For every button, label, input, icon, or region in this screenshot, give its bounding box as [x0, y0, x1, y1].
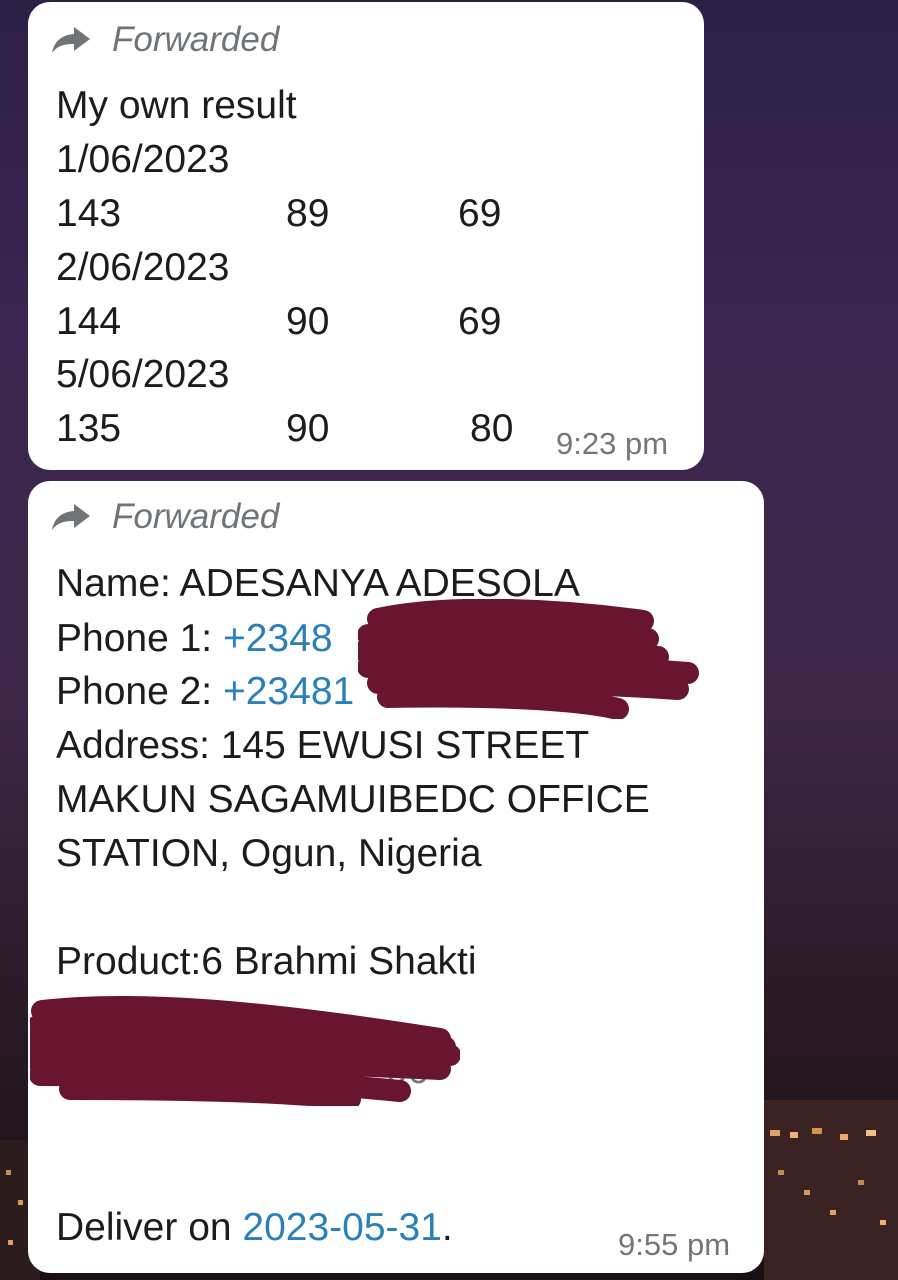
entry-date: 2/06/2023	[56, 246, 230, 289]
phone-2: Phone 2: +23481	[56, 672, 354, 711]
phone-1: Phone 1: +2348	[56, 619, 333, 658]
message-bubble-results[interactable]: Forwarded My own result 1/06/2023 143 89…	[28, 2, 704, 470]
entry-value: 90	[286, 407, 330, 450]
redaction-scribble	[30, 995, 460, 1106]
delivery-line: Deliver on 2023-05-31.	[56, 1208, 453, 1247]
message-timestamp: 9:23 pm	[556, 426, 669, 461]
message-title: My own result	[56, 84, 297, 127]
delivery-label: Deliver on	[56, 1206, 243, 1249]
redaction-scribble	[358, 599, 699, 719]
address-line: MAKUN SAGAMUIBEDC OFFICE	[56, 778, 650, 821]
phone-2-link[interactable]: +23481	[223, 670, 354, 713]
delivery-suffix: .	[441, 1206, 453, 1249]
entry-value: 80	[470, 407, 514, 450]
forwarded-header: Forwarded	[50, 497, 279, 537]
entry-value: 69	[458, 192, 502, 235]
phone-2-label: Phone 2:	[56, 670, 223, 713]
forwarded-label: Forwarded	[112, 20, 280, 59]
address-line: Address: 145 EWUSI STREET	[56, 724, 590, 767]
entry-date: 5/06/2023	[56, 353, 230, 396]
entry-value: 90	[286, 300, 330, 343]
delivery-date-link[interactable]: 2023-05-31	[242, 1206, 442, 1249]
message-timestamp: 9:55 pm	[618, 1227, 731, 1262]
forward-arrow-icon	[52, 27, 90, 53]
entry-value: 135	[56, 407, 122, 450]
forwarded-label: Forwarded	[112, 497, 280, 536]
forward-arrow-icon	[52, 504, 90, 530]
message-bubble-order[interactable]: Forwarded Name: ADESANYA ADESOLA Phone 1…	[28, 481, 764, 1273]
address-line: STATION, Ogun, Nigeria	[56, 832, 482, 875]
entry-value: 69	[458, 300, 502, 343]
customer-name: Name: ADESANYA ADESOLA	[56, 562, 580, 605]
forwarded-header: Forwarded	[50, 20, 279, 60]
entry-date: 1/06/2023	[56, 138, 230, 181]
entry-value: 143	[56, 192, 122, 235]
entry-value: 89	[286, 192, 330, 235]
phone-1-link[interactable]: +2348	[223, 617, 333, 660]
product-line: Product:6 Brahmi Shakti	[56, 940, 477, 983]
phone-1-label: Phone 1:	[56, 617, 223, 660]
entry-value: 144	[56, 300, 122, 343]
